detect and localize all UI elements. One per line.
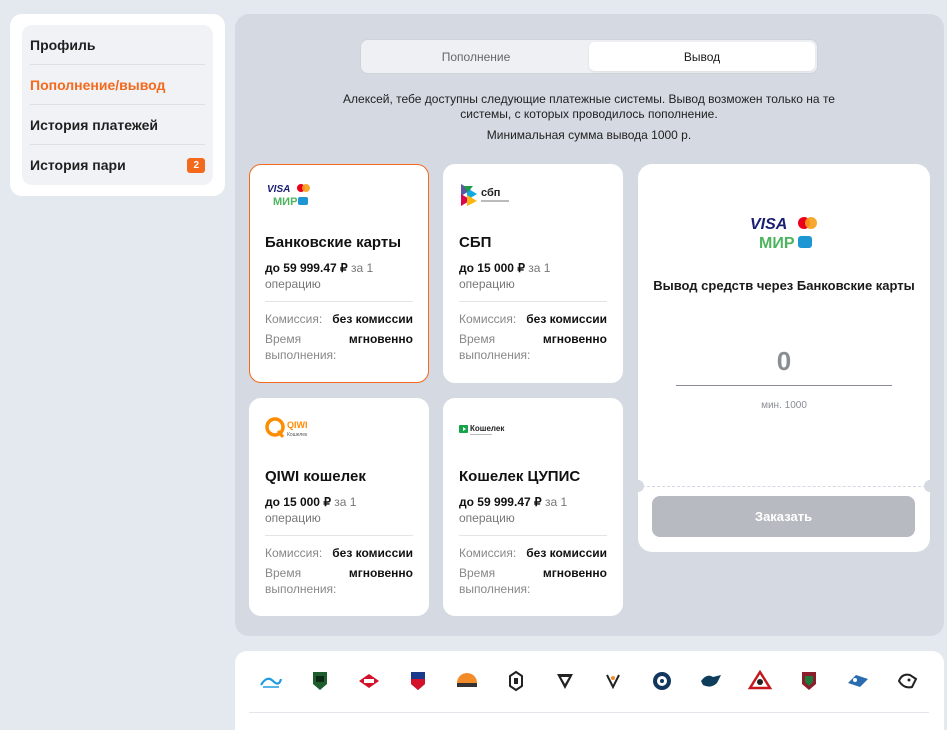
zenit-icon[interactable] (258, 668, 284, 694)
avangard-icon[interactable] (747, 668, 773, 694)
sidebar-item-label: История пари (30, 157, 126, 173)
sbp-icon: сбп (459, 165, 607, 217)
svg-text:МИР: МИР (273, 196, 297, 208)
tab-deposit[interactable]: Пополнение (363, 42, 589, 71)
svg-text:сбп: сбп (481, 187, 500, 199)
sidebar: Профиль Пополнение/вывод История платеже… (10, 14, 225, 196)
ticket-notch (632, 480, 644, 492)
clubs-row (258, 667, 920, 695)
svg-text:QIWI: QIWI (287, 420, 308, 430)
dashed-divider (642, 486, 926, 487)
torpedo-icon[interactable] (552, 668, 578, 694)
fakel-icon[interactable] (600, 668, 626, 694)
tab-switch: Пополнение Вывод (360, 39, 818, 74)
method-card-cupis[interactable]: Кошелек Кошелек ЦУПИС до 59 999.47 ₽ за … (443, 398, 623, 616)
commission-row: Комиссия: без комиссии (459, 546, 607, 560)
sidebar-item-label: Пополнение/вывод (30, 76, 166, 93)
method-card-bank-cards[interactable]: VISA МИР Банковские карты до 59 999.47 ₽… (249, 164, 429, 383)
sochi-icon[interactable] (698, 668, 724, 694)
time-row: Время выполнения: мгновенно (459, 566, 607, 596)
min-amount-hint: мин. 1000 (761, 400, 807, 411)
spartak-icon[interactable] (356, 668, 382, 694)
svg-text:VISA: VISA (267, 184, 290, 195)
time-row: Время выполнения: мгновенно (265, 566, 413, 596)
krasnodar-icon[interactable] (307, 668, 333, 694)
svg-text:Кошелек: Кошелек (287, 432, 308, 438)
khimki-icon[interactable] (845, 668, 871, 694)
info-line: Алексей, тебе доступны следующие платежн… (343, 92, 835, 121)
visa-mir-icon: VISA МИР (265, 165, 413, 217)
rubin-icon[interactable] (796, 668, 822, 694)
sidebar-item-bet-history[interactable]: История пари 2 (30, 145, 205, 185)
tab-withdraw[interactable]: Вывод (589, 42, 815, 71)
amount-input[interactable]: 0 (676, 346, 892, 386)
payments-panel: Пополнение Вывод Алексей, тебе доступны … (235, 14, 944, 636)
sidebar-item-profile[interactable]: Профиль (30, 25, 205, 65)
divider (459, 535, 607, 536)
cupis-icon: Кошелек (459, 399, 607, 451)
dynamo-icon[interactable] (649, 668, 675, 694)
divider (459, 301, 607, 302)
method-name: Банковские карты (265, 234, 402, 251)
sidebar-item-payment-history[interactable]: История платежей (30, 105, 205, 145)
visa-mir-icon: VISA МИР (748, 214, 822, 257)
method-name: Кошелек ЦУПИС (459, 468, 581, 485)
method-limit: до 15 000 ₽ за 1 операцию (265, 495, 357, 525)
sidebar-item-label: Профиль (30, 36, 96, 53)
clubs-strip (235, 651, 944, 730)
sidebar-item-label: История платежей (30, 116, 159, 133)
baltika-icon[interactable] (454, 668, 480, 694)
divider (265, 301, 413, 302)
akron-icon[interactable] (503, 668, 529, 694)
cska-icon[interactable] (405, 668, 431, 694)
order-button[interactable]: Заказать (652, 496, 915, 537)
count-badge: 2 (187, 157, 205, 173)
method-limit: до 15 000 ₽ за 1 операцию (459, 261, 551, 291)
commission-row: Комиссия: без комиссии (459, 312, 607, 326)
svg-text:МИР: МИР (759, 235, 795, 252)
ticket-notch (924, 480, 936, 492)
method-limit: до 59 999.47 ₽ за 1 операцию (459, 495, 568, 525)
min-withdraw-text: Минимальная сумма вывода 1000 р. (486, 128, 692, 142)
commission-row: Комиссия: без комиссии (265, 546, 413, 560)
divider (249, 712, 929, 713)
svg-text:Кошелек: Кошелек (470, 424, 505, 433)
method-limit: до 59 999.47 ₽ за 1 операцию (265, 261, 374, 291)
time-row: Время выполнения: мгновенно (265, 332, 413, 362)
svg-text:VISA: VISA (750, 216, 787, 233)
divider (265, 535, 413, 536)
withdraw-form: VISA МИР Вывод средств через Банковские … (632, 164, 936, 552)
method-name: СБП (459, 234, 492, 251)
qiwi-icon: QIWI Кошелек (265, 399, 413, 451)
method-card-sbp[interactable]: сбп СБП до 15 000 ₽ за 1 операцию Комисс… (443, 164, 623, 383)
info-text: Алексей, тебе доступны следующие платежн… (335, 92, 843, 143)
time-row: Время выполнения: мгновенно (459, 332, 607, 362)
sidebar-item-deposit-withdraw[interactable]: Пополнение/вывод (30, 65, 205, 105)
lion-icon[interactable] (894, 668, 920, 694)
method-card-qiwi[interactable]: QIWI Кошелек QIWI кошелек до 15 000 ₽ за… (249, 398, 429, 616)
commission-row: Комиссия: без комиссии (265, 312, 413, 326)
method-name: QIWI кошелек (265, 468, 366, 485)
withdraw-title: Вывод средств через Банковские карты (653, 278, 915, 293)
sidebar-menu: Профиль Пополнение/вывод История платеже… (22, 25, 213, 185)
